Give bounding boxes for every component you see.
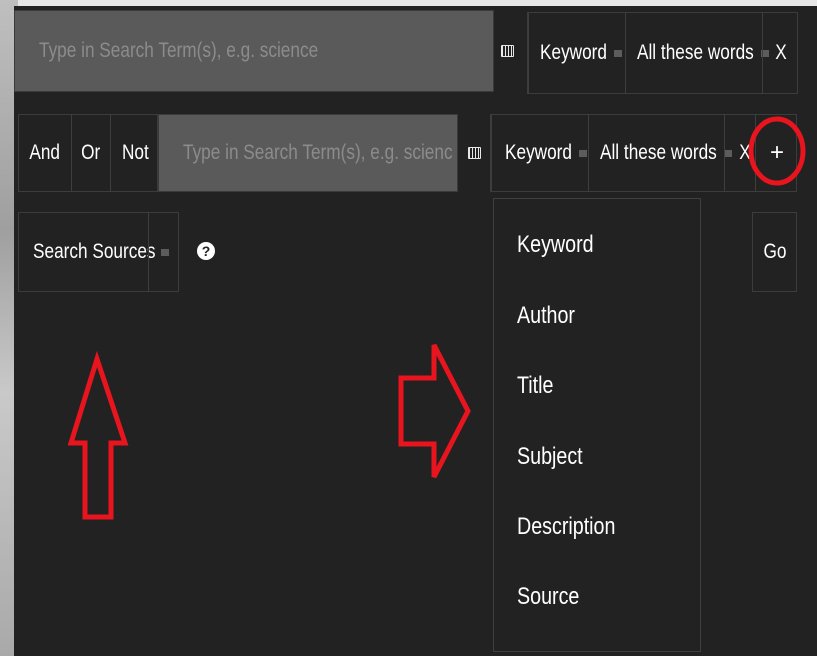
menu-item-keyword[interactable]: Keyword [517, 231, 610, 259]
go-button-label-cell: Go [753, 213, 798, 291]
search-sources-dropdown [149, 213, 180, 291]
search-sources-select[interactable]: Search Sources [18, 212, 179, 292]
dropdown-indicator-icon [724, 149, 733, 157]
go-button-label: Go [764, 240, 787, 263]
advanced-search-panel: Type in Search Term(s), e.g. science Key… [14, 6, 817, 656]
help-button[interactable]: ? [197, 242, 215, 260]
bool-or-button[interactable]: Or [72, 115, 110, 191]
search-term-placeholder-2: Type in Search Term(s), e.g. scienc [183, 141, 453, 164]
search-term-input-2[interactable]: Type in Search Term(s), e.g. scienc [158, 114, 458, 192]
bool-not-label: Not [121, 141, 149, 164]
search-sources-label-cell: Search Sources [33, 213, 156, 291]
menu-item-keyword-label: Keyword [517, 231, 594, 258]
keyboard-icon-1[interactable] [501, 45, 515, 59]
match-select-2[interactable]: All these words [600, 115, 735, 191]
bool-or-label: Or [81, 141, 101, 164]
field-dropdown-menu: Keyword Author Title Subject Description… [493, 198, 701, 652]
dropdown-indicator-icon [160, 248, 169, 256]
dropdown-indicator-icon [578, 149, 587, 157]
keyboard-icon-2[interactable] [468, 147, 482, 161]
remove-row-1-label: X [775, 41, 787, 64]
search-term-placeholder-1: Type in Search Term(s), e.g. science [39, 39, 319, 62]
menu-item-source[interactable]: Source [517, 583, 593, 611]
menu-item-title-label: Title [517, 372, 554, 399]
boolean-operator-group: And Or Not [18, 114, 158, 192]
help-icon: ? [197, 242, 215, 260]
row2-options-group: Keyword All these words X + [490, 114, 797, 192]
menu-item-description[interactable]: Description [517, 513, 637, 541]
field-select-1[interactable]: Keyword [540, 13, 628, 93]
add-row-label: + [769, 139, 784, 166]
bool-and-button[interactable]: And [19, 115, 71, 191]
menu-item-author[interactable]: Author [517, 302, 588, 330]
remove-row-2-button[interactable]: X [737, 115, 753, 191]
match-select-1[interactable]: All these words [637, 13, 777, 93]
remove-row-2-label: X [739, 141, 751, 164]
menu-item-description-label: Description [517, 513, 616, 540]
menu-item-author-label: Author [517, 302, 575, 329]
field-select-2[interactable]: Keyword [505, 115, 597, 191]
match-select-1-label: All these words [637, 41, 754, 64]
bool-not-button[interactable]: Not [111, 115, 159, 191]
search-sources-label: Search Sources [33, 240, 156, 263]
bool-and-label: And [29, 141, 61, 164]
search-term-input-1[interactable]: Type in Search Term(s), e.g. science [14, 10, 494, 92]
menu-item-subject-label: Subject [517, 443, 583, 470]
match-select-2-label: All these words [600, 141, 717, 164]
menu-item-title[interactable]: Title [517, 372, 561, 400]
field-select-2-label: Keyword [505, 141, 572, 164]
field-select-1-label: Keyword [540, 41, 607, 64]
row1-options-group: Keyword All these words X [527, 12, 798, 94]
menu-item-source-label: Source [517, 583, 580, 610]
keyboard-icon [468, 147, 481, 159]
go-button[interactable]: Go [752, 212, 797, 292]
dropdown-indicator-icon [613, 49, 622, 57]
add-row-button[interactable]: + [756, 115, 798, 191]
remove-row-1-button[interactable]: X [763, 13, 799, 93]
menu-item-subject[interactable]: Subject [517, 443, 597, 471]
keyboard-icon [501, 45, 514, 57]
